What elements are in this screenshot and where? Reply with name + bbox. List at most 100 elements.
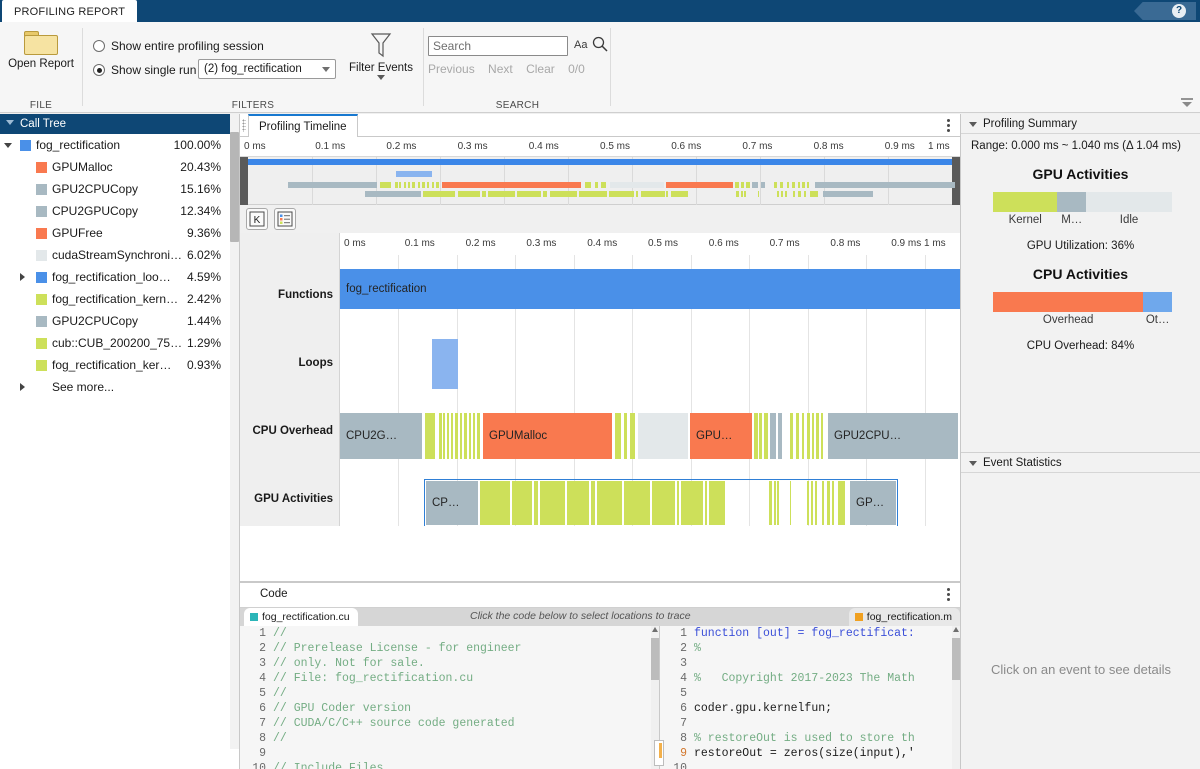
minimap-right-handle[interactable] [952, 157, 960, 205]
match-case-button[interactable]: Aa [574, 39, 587, 51]
timeline-bar-cpu-overhead[interactable] [807, 413, 810, 459]
code-line[interactable]: 7// CUDA/C/C++ source code generated [240, 716, 659, 731]
call-tree-row[interactable]: fog_rectification100.00% [0, 134, 239, 156]
call-tree-row[interactable]: CPU2GPUCopy12.34% [0, 200, 239, 222]
timeline-bar-cpu-overhead[interactable]: GPU2CPU… [828, 413, 958, 459]
chevron-down-icon[interactable] [6, 120, 14, 125]
timeline-bar-cpu-overhead[interactable] [638, 413, 688, 459]
filter-events-button[interactable]: Filter Events [341, 32, 421, 80]
timeline-bar-loop[interactable] [432, 339, 458, 389]
search-next-button[interactable]: Next [488, 62, 513, 76]
dock-grip-handle[interactable] [242, 119, 246, 132]
call-tree-row[interactable]: cub::CUB_200200_75…1.29% [0, 332, 239, 354]
chevron-down-icon[interactable] [969, 461, 977, 466]
code-pane-cu[interactable]: 1//2// Prerelease License - for engineer… [240, 626, 660, 769]
timeline-bar-cpu-overhead[interactable] [754, 413, 758, 459]
collapse-ribbon-icon[interactable] [1180, 97, 1194, 109]
timeline-bar-cpu-overhead[interactable] [802, 413, 804, 459]
code-line[interactable]: 1function [out] = fog_rectificat: [661, 626, 960, 641]
call-tree-row[interactable]: See more... [0, 376, 239, 398]
chevron-down-icon[interactable] [969, 122, 977, 127]
call-tree-row[interactable]: fog_rectification_kern…2.42% [0, 288, 239, 310]
list-view-button[interactable] [274, 208, 296, 230]
code-line[interactable]: 8// [240, 731, 659, 746]
timeline-bar-cpu-overhead[interactable] [439, 413, 442, 459]
timeline-bar-cpu-overhead[interactable]: GPUMalloc [483, 413, 612, 459]
timeline-bar-cpu-overhead[interactable]: CPU2G… [340, 413, 422, 459]
timeline-bar-functions[interactable]: fog_rectification [340, 269, 960, 309]
timeline-bar-cpu-overhead[interactable] [615, 413, 621, 459]
chevron-right-icon[interactable] [20, 383, 25, 391]
code-line[interactable]: 3// only. Not for sale. [240, 656, 659, 671]
timeline-bar-cpu-overhead[interactable] [816, 413, 819, 459]
timeline-bar-cpu-overhead[interactable] [796, 413, 799, 459]
code-line[interactable]: 2// Prerelease License - for engineer [240, 641, 659, 656]
timeline-bar-cpu-overhead[interactable] [821, 413, 823, 459]
code-line[interactable]: 4// File: fog_rectification.cu [240, 671, 659, 686]
kernel-view-button[interactable]: K [246, 208, 268, 230]
code-scrollbar-right[interactable] [952, 626, 960, 769]
timeline-bar-cpu-overhead[interactable] [630, 413, 635, 459]
code-line[interactable]: 1// [240, 626, 659, 641]
search-clear-button[interactable]: Clear [526, 62, 555, 76]
code-line[interactable]: 7 [661, 716, 960, 731]
call-tree-row[interactable]: GPUFree9.36% [0, 222, 239, 244]
help-circle-icon[interactable]: ? [1172, 4, 1186, 18]
code-line[interactable]: 5// [240, 686, 659, 701]
code-more-options-icon[interactable] [947, 588, 950, 601]
code-line[interactable]: 6coder.gpu.kernelfun; [661, 701, 960, 716]
scroll-up-arrow-icon[interactable] [652, 627, 658, 632]
call-tree-row[interactable]: fog_rectification_ker…0.93% [0, 354, 239, 376]
call-tree-list[interactable]: fog_rectification100.00%GPUMalloc20.43%G… [0, 134, 239, 769]
open-report-button[interactable]: Open Report [0, 28, 82, 90]
tab-profiling-timeline[interactable]: Profiling Timeline [248, 114, 358, 137]
timeline-bar-cpu-overhead[interactable] [460, 413, 462, 459]
timeline-minimap[interactable] [240, 157, 960, 205]
timeline-bar-cpu-overhead[interactable]: GPU… [690, 413, 752, 459]
code-line[interactable]: 9 [240, 746, 659, 761]
timeline-bar-cpu-overhead[interactable] [778, 413, 782, 459]
code-line[interactable]: 2% [661, 641, 960, 656]
code-line[interactable]: 3 [661, 656, 960, 671]
code-line[interactable]: 10// Include Files [240, 761, 659, 769]
call-tree-scroll-thumb[interactable] [230, 132, 239, 242]
code-line[interactable]: 5 [661, 686, 960, 701]
timeline-bar-cpu-overhead[interactable] [759, 413, 762, 459]
scroll-up-arrow-icon[interactable] [953, 627, 959, 632]
minimap-left-handle[interactable] [240, 157, 248, 205]
code-pane-m[interactable]: 1function [out] = fog_rectificat:2%34% C… [661, 626, 960, 769]
timeline-bar-cpu-overhead[interactable] [812, 413, 814, 459]
code-line[interactable]: 9restoreOut = zeros(size(input),' [661, 746, 960, 761]
call-tree-row[interactable]: fog_rectification_loo…4.59% [0, 266, 239, 288]
search-previous-button[interactable]: Previous [428, 62, 475, 76]
code-line[interactable]: 6// GPU Coder version [240, 701, 659, 716]
timeline-bar-cpu-overhead[interactable] [443, 413, 445, 459]
call-tree-row[interactable]: GPU2CPUCopy1.44% [0, 310, 239, 332]
timeline-bar-cpu-overhead[interactable] [425, 413, 435, 459]
call-tree-scrollbar[interactable] [230, 114, 239, 749]
run-select-dropdown[interactable]: (2) fog_rectification [198, 59, 336, 79]
code-line[interactable]: 4% Copyright 2017-2023 The Math [661, 671, 960, 686]
chevron-right-icon[interactable] [20, 273, 25, 281]
timeline-bar-cpu-overhead[interactable] [451, 413, 453, 459]
code-line[interactable]: 10 [661, 761, 960, 769]
timeline-bar-cpu-overhead[interactable] [473, 413, 475, 459]
timeline-canvas[interactable]: fog_rectification CPU2G… GPUMalloc GPU… GPU2… [340, 255, 960, 526]
radio-show-entire-session[interactable]: Show entire profiling session [93, 39, 264, 53]
magnifier-icon[interactable] [592, 36, 608, 52]
timeline-more-options-icon[interactable] [947, 119, 950, 132]
timeline-bar-cpu-overhead[interactable] [790, 413, 793, 459]
timeline-bar-cpu-overhead[interactable] [477, 413, 480, 459]
profiling-report-tab[interactable]: PROFILING REPORT [2, 0, 137, 22]
code-line[interactable]: 8% restoreOut is used to store th [661, 731, 960, 746]
call-tree-row[interactable]: GPUMalloc20.43% [0, 156, 239, 178]
call-tree-row[interactable]: cudaStreamSynchroni…6.02% [0, 244, 239, 266]
code-scroll-thumb[interactable] [952, 638, 960, 680]
radio-show-single-run[interactable]: Show single run [93, 63, 196, 77]
call-tree-row[interactable]: GPU2CPUCopy15.16% [0, 178, 239, 200]
code-scroll-thumb[interactable] [651, 638, 659, 680]
chevron-down-icon[interactable] [4, 143, 12, 148]
search-input[interactable]: Search [428, 36, 568, 56]
timeline-bar-cpu-overhead[interactable] [447, 413, 449, 459]
timeline-bar-cpu-overhead[interactable] [764, 413, 768, 459]
